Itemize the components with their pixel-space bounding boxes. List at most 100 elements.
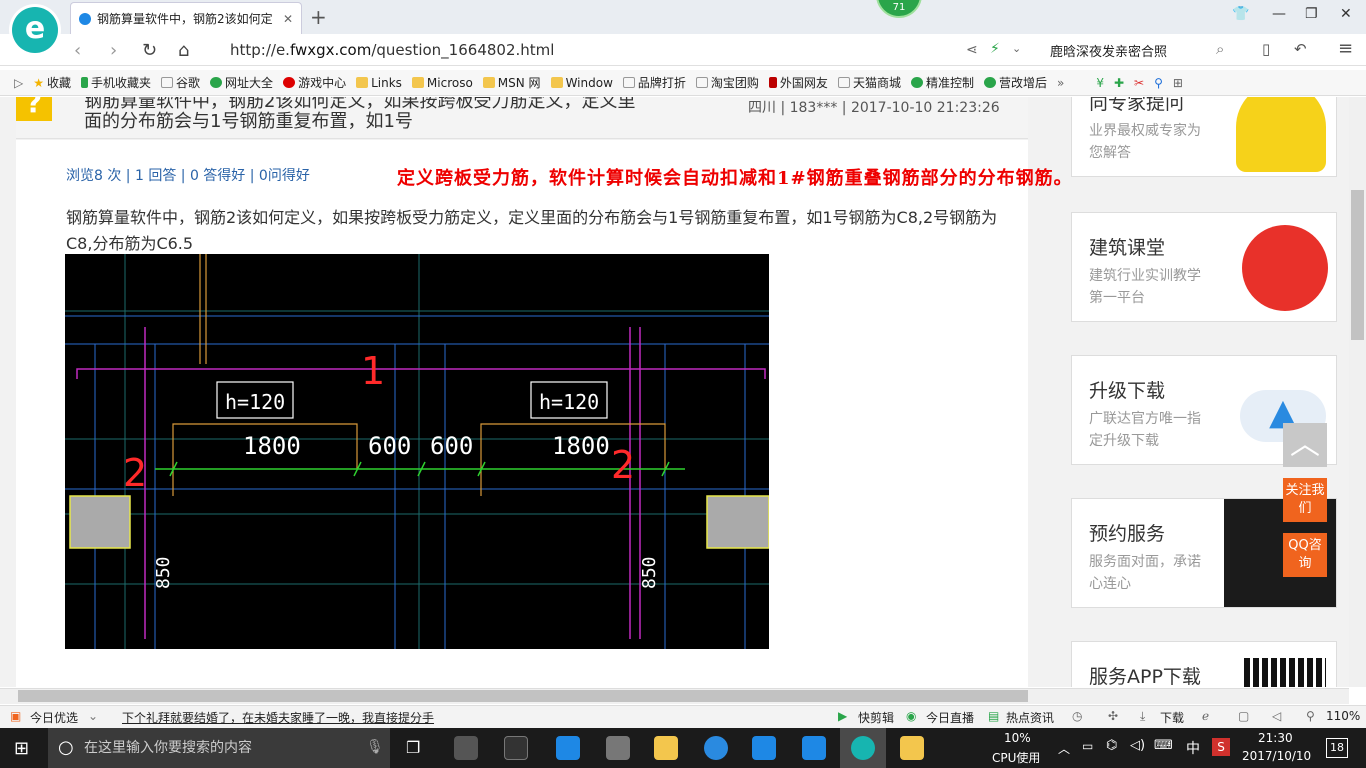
taskbar-search-input[interactable]: 在这里输入你要搜索的内容 bbox=[48, 728, 390, 768]
card-app-download[interactable]: 服务APP下载 bbox=[1071, 641, 1337, 687]
bookmark-games[interactable]: 游戏中心 bbox=[283, 74, 346, 91]
restore-button[interactable]: ❐ bbox=[1305, 6, 1318, 22]
url-field[interactable]: http://e.fwxgx.com/question_1664802.html bbox=[230, 41, 554, 59]
zoom-icon[interactable]: ⚲ bbox=[1306, 709, 1315, 723]
bookmark-site-nav[interactable]: 网址大全 bbox=[210, 74, 273, 91]
refresh-icon[interactable]: ↻ bbox=[142, 40, 157, 61]
chevron-down-icon[interactable]: ⌄ bbox=[1012, 42, 1021, 55]
search-input[interactable]: 鹿晗深夜发亲密合照 bbox=[1050, 41, 1167, 60]
tab-active[interactable]: 钢筋算量软件中，钢筋2该如何定 ✕ bbox=[70, 2, 302, 34]
menu-icon[interactable]: ≡ bbox=[1338, 38, 1353, 59]
card-building-class[interactable]: 建筑课堂 建筑行业实训教学第一平台 bbox=[1071, 212, 1337, 322]
bookmark-favorites[interactable]: ★ 收藏 bbox=[33, 74, 71, 91]
chevron-down-icon[interactable]: ⌄ bbox=[88, 709, 98, 723]
back-to-top-button[interactable]: ︿ bbox=[1283, 423, 1327, 467]
qr-code-icon bbox=[1244, 658, 1326, 687]
keyboard-icon[interactable]: ⌨ bbox=[1154, 738, 1173, 753]
card-ask-expert[interactable]: 向专家提问 业界最权威专家为您解答 bbox=[1071, 97, 1337, 177]
horizontal-scroll-thumb[interactable] bbox=[18, 690, 1028, 702]
app-pinwheel-icon[interactable] bbox=[454, 736, 478, 760]
follow-us-button[interactable]: 关注我们 bbox=[1283, 478, 1327, 522]
today-picks[interactable]: 今日优选 bbox=[30, 709, 78, 726]
qq-consult-button[interactable]: QQ咨询 bbox=[1283, 533, 1327, 577]
wechat-icon bbox=[910, 77, 923, 88]
skin-icon[interactable]: 👕 bbox=[1232, 6, 1249, 22]
magnifier-icon[interactable]: ⚲ bbox=[1154, 76, 1163, 90]
bookmark-precise-control[interactable]: 精准控制 bbox=[910, 74, 974, 91]
forward-icon[interactable]: › bbox=[110, 40, 117, 61]
download-link[interactable]: 下载 bbox=[1160, 709, 1184, 726]
page-icon bbox=[837, 77, 850, 88]
clock-date[interactable]: 2017/10/10 bbox=[1242, 749, 1311, 763]
clock-time[interactable]: 21:30 bbox=[1258, 731, 1293, 745]
browser-logo-icon[interactable]: e bbox=[12, 7, 58, 53]
bookmark-mobile[interactable]: 手机收藏夹 bbox=[81, 74, 151, 91]
more-bookmarks-icon[interactable]: » bbox=[1057, 76, 1064, 90]
folder-icon bbox=[356, 77, 369, 88]
file-explorer-icon[interactable] bbox=[654, 736, 678, 760]
plus-icon[interactable]: ✚ bbox=[1114, 76, 1124, 90]
minimize-button[interactable]: — bbox=[1272, 6, 1286, 22]
volume-icon[interactable]: ◁) bbox=[1130, 738, 1145, 753]
scissors-icon[interactable]: ✂ bbox=[1134, 76, 1144, 90]
zoom-level[interactable]: 110% bbox=[1326, 709, 1360, 723]
tray-expand-icon[interactable]: ︿ bbox=[1058, 740, 1070, 757]
cad-drawing-image[interactable]: h=120 h=120 1800 600 600 1800 850 850 1 … bbox=[65, 254, 769, 649]
store-icon[interactable] bbox=[606, 736, 630, 760]
glodon-app-icon[interactable] bbox=[752, 736, 776, 760]
speed-icon[interactable]: ◷ bbox=[1072, 709, 1082, 723]
page-icon bbox=[161, 77, 174, 88]
news-ticker-link[interactable]: 下个礼拜就要结婚了，在未婚夫家睡了一晚，我直接提分手 bbox=[122, 709, 434, 726]
sidebar-toggle-icon[interactable]: ▷ bbox=[14, 76, 23, 90]
bookmark-microsoft[interactable]: Microso bbox=[411, 76, 473, 90]
bookmark-vat-reform[interactable]: 营改增后 bbox=[983, 74, 1047, 91]
search-icon[interactable]: ⌕ bbox=[1216, 40, 1224, 58]
bookmark-google[interactable]: 谷歌 bbox=[161, 74, 200, 91]
bookmark-foreign-netizens[interactable]: 外国网友 bbox=[768, 74, 828, 91]
yuan-icon[interactable]: ¥ bbox=[1096, 76, 1104, 90]
bookmark-tmall[interactable]: 天猫商城 bbox=[837, 74, 901, 91]
sogou-ime-icon[interactable]: S bbox=[1212, 738, 1230, 756]
notification-center-button[interactable]: 18 bbox=[1326, 738, 1348, 758]
speed-mode-icon[interactable]: ⚡ bbox=[990, 41, 1000, 57]
bookmark-links[interactable]: Links bbox=[356, 76, 402, 90]
battery-icon[interactable]: ▭ bbox=[1082, 739, 1093, 753]
window-icon[interactable]: ▢ bbox=[1238, 709, 1249, 723]
bookmark-brand-discount[interactable]: 品牌打折 bbox=[622, 74, 686, 91]
plus-app-icon[interactable] bbox=[802, 736, 826, 760]
tools-icon[interactable]: ✣ bbox=[1108, 709, 1118, 723]
vertical-scrollbar[interactable] bbox=[1349, 97, 1366, 687]
microphone-icon[interactable]: 🎙 bbox=[366, 739, 384, 755]
hot-news-link[interactable]: 热点资讯 bbox=[1006, 709, 1054, 726]
folder-icon bbox=[411, 77, 424, 88]
mobile-icon[interactable]: ▯ bbox=[1262, 40, 1270, 58]
edge-browser-icon[interactable] bbox=[556, 736, 580, 760]
grid-icon[interactable]: ⊞ bbox=[1173, 76, 1183, 90]
tab-close-icon[interactable]: ✕ bbox=[283, 12, 293, 26]
ie-mode-icon[interactable]: ℯ bbox=[1202, 709, 1209, 723]
close-window-button[interactable]: ✕ bbox=[1340, 6, 1352, 22]
share-icon[interactable]: ⋖ bbox=[966, 42, 978, 58]
today-live-link[interactable]: 今日直播 bbox=[926, 709, 974, 726]
windows-start-icon[interactable]: ⊞ bbox=[14, 738, 29, 759]
question-stats[interactable]: 浏览8 次 | 1 回答 | 0 答得好 | 0问得好 bbox=[66, 165, 310, 185]
app-swirl-icon[interactable] bbox=[504, 736, 528, 760]
bookmark-msn[interactable]: MSN 网 bbox=[482, 74, 541, 91]
card-title: 升级下载 bbox=[1089, 380, 1166, 402]
home-icon[interactable]: ⌂ bbox=[178, 40, 189, 61]
ie-browser-icon[interactable] bbox=[704, 736, 728, 760]
notes-app-icon[interactable] bbox=[900, 736, 924, 760]
page-icon bbox=[695, 77, 708, 88]
back-icon[interactable]: ‹ bbox=[74, 40, 81, 61]
bookmark-taobao[interactable]: 淘宝团购 bbox=[695, 74, 759, 91]
quick-cut-link[interactable]: 快剪辑 bbox=[858, 709, 894, 726]
cad-dimension-600-left: 600 bbox=[368, 432, 411, 460]
network-icon[interactable]: ⌬ bbox=[1106, 738, 1117, 753]
undo-icon[interactable]: ↶ bbox=[1294, 40, 1307, 58]
sound-icon[interactable]: ◁ bbox=[1272, 709, 1281, 723]
ime-indicator[interactable]: 中 bbox=[1186, 738, 1200, 758]
vertical-scroll-thumb[interactable] bbox=[1351, 190, 1364, 340]
bookmark-windows[interactable]: Window bbox=[550, 76, 613, 90]
task-view-icon[interactable]: ❐ bbox=[406, 738, 420, 757]
new-tab-button[interactable]: + bbox=[310, 5, 327, 29]
